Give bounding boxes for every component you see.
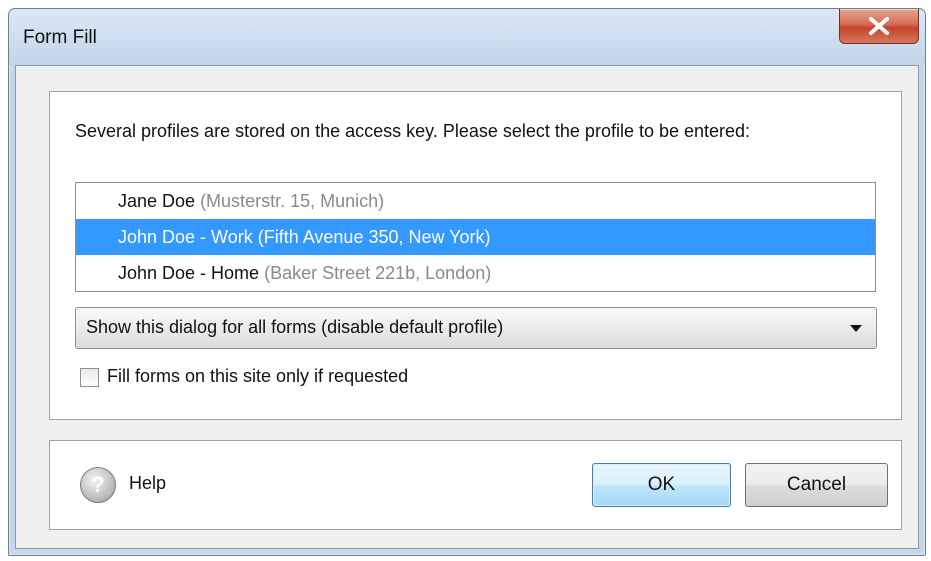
close-icon [869,17,889,35]
button-bar: ? Help OK Cancel [49,440,902,530]
profile-list[interactable]: Jane Doe (Musterstr. 15, Munich) John Doe… [75,182,876,292]
profile-name: John Doe - Work [118,227,253,247]
form-fill-dialog: Form Fill Several profiles are stored on… [8,8,926,556]
help-link[interactable]: Help [129,473,166,494]
help-icon[interactable]: ? [80,467,116,503]
profile-item-john-doe-home[interactable]: John Doe - Home (Baker Street 221b, Londo… [76,255,875,291]
profile-address: (Baker Street 221b, London) [264,263,492,283]
close-button[interactable] [839,9,919,44]
title-bar[interactable]: Form Fill [9,9,925,65]
profile-selection-panel: Several profiles are stored on the acces… [49,91,902,420]
dialog-body: Several profiles are stored on the acces… [15,65,919,549]
profile-address: (Musterstr. 15, Munich) [200,191,385,211]
profile-name: Jane Doe [118,191,196,211]
ok-button[interactable]: OK [592,463,731,507]
chevron-down-icon [850,325,862,332]
fill-on-request-checkbox[interactable] [80,368,99,387]
profile-address: (Fifth Avenue 350, New York) [257,227,491,247]
instructions-text: Several profiles are stored on the acces… [75,121,751,141]
profile-item-john-doe-work[interactable]: John Doe - Work (Fifth Avenue 350, New Yo… [76,219,875,255]
cancel-button[interactable]: Cancel [745,463,888,507]
default-profile-dropdown[interactable]: Show this dialog for all forms (disable … [75,307,877,349]
dropdown-selected-value: Show this dialog for all forms (disable … [86,317,504,337]
profile-item-jane-doe[interactable]: Jane Doe (Musterstr. 15, Munich) [76,183,875,219]
checkbox-label[interactable]: Fill forms on this site only if requeste… [107,366,408,387]
window-title: Form Fill [23,27,97,48]
profile-name: John Doe - Home [118,263,260,283]
